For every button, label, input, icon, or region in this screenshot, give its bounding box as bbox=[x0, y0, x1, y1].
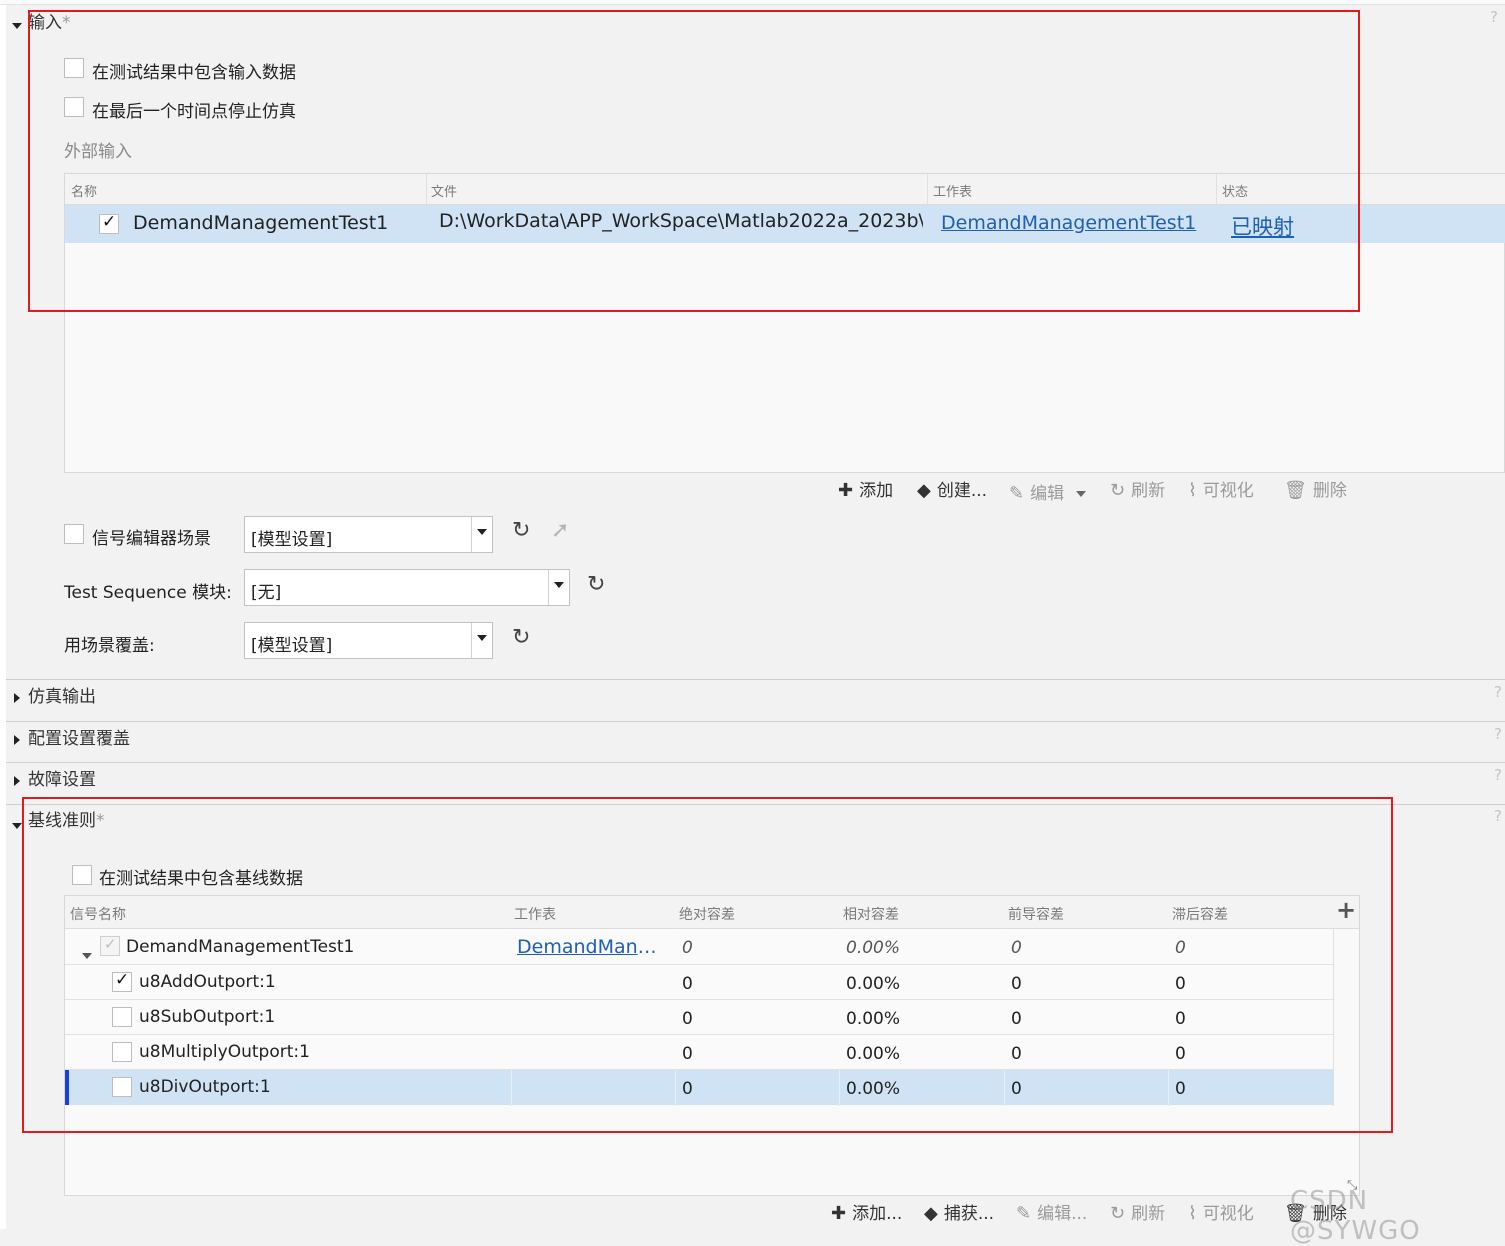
help-icon[interactable]: ? bbox=[1494, 766, 1502, 784]
highlight-box-baseline bbox=[22, 797, 1393, 1133]
section-divider bbox=[6, 679, 1505, 680]
refresh-icon: ↻ bbox=[1110, 480, 1126, 501]
collapse-arrow-icon bbox=[12, 23, 22, 29]
add-button[interactable]: ✚ 添加 bbox=[838, 476, 893, 501]
refresh-icon: ↻ bbox=[1110, 1203, 1126, 1224]
refresh-icon[interactable]: ↻ bbox=[512, 518, 530, 543]
open-editor-icon[interactable]: ➚ bbox=[551, 518, 569, 543]
edit-label: 编辑 bbox=[1030, 484, 1065, 504]
edit-button[interactable]: ✎ 编辑 bbox=[1009, 479, 1086, 504]
dropdown-arrow-icon[interactable] bbox=[471, 517, 492, 552]
baseline-visualize-button[interactable]: ⌇ 可视化 bbox=[1188, 1199, 1254, 1224]
scenario-override-label: 用场景覆盖: bbox=[64, 636, 155, 656]
watermark: CSDN @SYWGO bbox=[1290, 1186, 1421, 1246]
highlight-box-inputs bbox=[28, 10, 1360, 312]
chevron-down-icon bbox=[1075, 491, 1086, 497]
edit-label: 编辑... bbox=[1037, 1204, 1088, 1224]
help-icon[interactable]: ? bbox=[1490, 8, 1498, 26]
section-divider bbox=[6, 762, 1505, 763]
scenario-override-select[interactable]: [模型设置] bbox=[244, 622, 493, 659]
pencil-icon: ✎ bbox=[1009, 483, 1025, 504]
signal-plot-icon: ⌇ bbox=[1188, 1203, 1197, 1224]
plus-icon: ✚ bbox=[831, 1203, 847, 1224]
refresh-icon[interactable]: ↻ bbox=[587, 572, 605, 597]
select-value: [模型设置] bbox=[251, 636, 333, 656]
expand-arrow-icon bbox=[14, 776, 20, 786]
create-icon: ◆ bbox=[917, 480, 931, 501]
section-divider bbox=[6, 721, 1505, 722]
fault-settings-title[interactable]: 故障设置 bbox=[28, 765, 96, 790]
baseline-section-toggle[interactable] bbox=[12, 814, 22, 833]
signal-editor-label: 信号编辑器场景 bbox=[92, 529, 211, 549]
signal-editor-select[interactable]: [模型设置] bbox=[244, 516, 493, 553]
plus-icon: ✚ bbox=[838, 480, 854, 501]
refresh-button[interactable]: ↻ 刷新 bbox=[1110, 476, 1165, 501]
add-label: 添加... bbox=[852, 1204, 903, 1224]
expand-arrow-icon bbox=[14, 693, 20, 703]
dropdown-arrow-icon[interactable] bbox=[471, 623, 492, 658]
test-sequence-select[interactable]: [无] bbox=[244, 569, 570, 606]
dropdown-arrow-icon[interactable] bbox=[548, 570, 569, 605]
refresh-icon[interactable]: ↻ bbox=[512, 625, 530, 650]
sim-output-title[interactable]: 仿真输出 bbox=[28, 682, 96, 707]
config-override-title[interactable]: 配置设置覆盖 bbox=[28, 724, 130, 749]
fault-settings-toggle[interactable] bbox=[14, 771, 20, 790]
visualize-button[interactable]: ⌇ 可视化 bbox=[1188, 476, 1254, 501]
select-value: [模型设置] bbox=[251, 530, 333, 550]
create-button[interactable]: ◆ 创建... bbox=[917, 476, 987, 501]
add-label: 添加 bbox=[859, 481, 894, 501]
delete-button[interactable]: 🗑 删除 bbox=[1284, 476, 1347, 501]
baseline-add-button[interactable]: ✚ 添加... bbox=[831, 1199, 902, 1224]
capture-button[interactable]: ◆ 捕获... bbox=[924, 1199, 994, 1224]
capture-icon: ◆ bbox=[924, 1203, 938, 1224]
refresh-label: 刷新 bbox=[1131, 481, 1166, 501]
select-value: [无] bbox=[251, 583, 282, 603]
create-label: 创建... bbox=[936, 481, 988, 501]
signal-plot-icon: ⌇ bbox=[1188, 480, 1197, 501]
left-edge bbox=[0, 0, 6, 1229]
sim-output-toggle[interactable] bbox=[14, 688, 20, 707]
signal-editor-checkbox[interactable] bbox=[64, 524, 84, 544]
config-override-toggle[interactable] bbox=[14, 730, 20, 749]
top-strip bbox=[0, 0, 1505, 5]
capture-label: 捕获... bbox=[943, 1204, 995, 1224]
refresh-label: 刷新 bbox=[1131, 1204, 1166, 1224]
baseline-refresh-button[interactable]: ↻ 刷新 bbox=[1110, 1199, 1165, 1224]
pencil-icon: ✎ bbox=[1016, 1203, 1032, 1224]
inputs-section-toggle[interactable] bbox=[12, 14, 22, 33]
delete-label: 删除 bbox=[1312, 481, 1347, 501]
test-sequence-label: Test Sequence 模块: bbox=[64, 583, 232, 603]
visualize-label: 可视化 bbox=[1202, 1204, 1254, 1224]
help-icon[interactable]: ? bbox=[1494, 725, 1502, 743]
help-icon[interactable]: ? bbox=[1494, 807, 1502, 825]
collapse-arrow-icon bbox=[12, 823, 22, 829]
baseline-edit-button[interactable]: ✎ 编辑... bbox=[1016, 1199, 1087, 1224]
help-icon[interactable]: ? bbox=[1494, 683, 1502, 701]
expand-arrow-icon bbox=[14, 735, 20, 745]
trash-icon: 🗑 bbox=[1284, 480, 1307, 501]
visualize-label: 可视化 bbox=[1202, 481, 1254, 501]
